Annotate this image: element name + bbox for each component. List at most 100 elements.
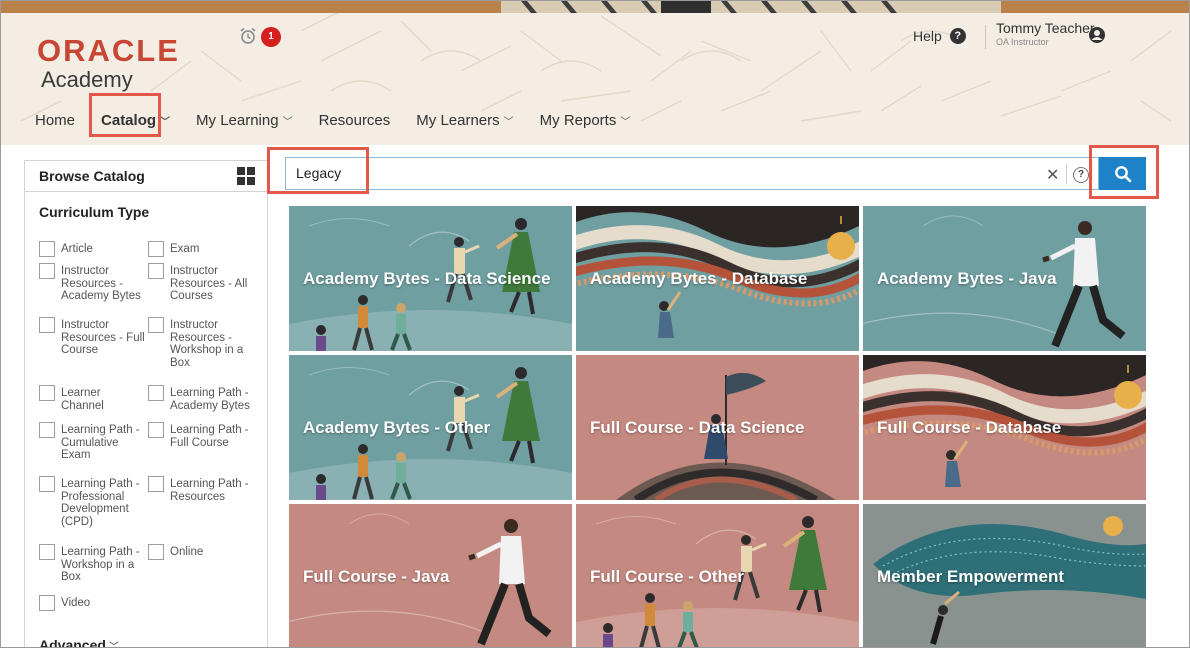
checkbox[interactable]	[148, 422, 164, 438]
tile-title: Full Course - Data Science	[590, 418, 805, 437]
user-name[interactable]: Tommy Teacher	[996, 20, 1095, 36]
curriculum-type-heading: Curriculum Type	[39, 204, 150, 220]
search-divider	[1066, 164, 1067, 184]
checkbox[interactable]	[39, 422, 55, 438]
tile-title: Member Empowerment	[877, 567, 1065, 586]
checkbox[interactable]	[39, 241, 55, 257]
filter-checkbox[interactable]: Instructor Resources - Workshop in a Box	[148, 317, 258, 369]
filter-checkbox[interactable]: Learning Path - Resources	[148, 476, 258, 503]
filter-label: Learning Path - Academy Bytes	[170, 387, 250, 412]
chevron-down-icon: ﹀	[108, 642, 119, 648]
search-input[interactable]	[296, 165, 996, 181]
search-highlight-box	[267, 147, 369, 194]
nav-my-learning[interactable]: My Learning ﹀	[196, 112, 293, 129]
notification-badge[interactable]: 1	[261, 27, 281, 47]
chevron-down-icon: ﹀	[282, 116, 293, 128]
advanced-toggle[interactable]: Advanced ﹀	[39, 637, 119, 648]
filter-label: Video	[61, 597, 91, 609]
alarm-clock-icon[interactable]	[239, 27, 257, 45]
chevron-down-icon: ﹀	[620, 116, 631, 128]
catalog-tile[interactable]: Full Course - Database	[863, 355, 1146, 500]
filter-checkbox[interactable]: Learning Path - Professional Development…	[39, 476, 149, 528]
filter-checkbox[interactable]: Video	[39, 595, 149, 611]
filter-label: Learning Path - Resources	[170, 478, 249, 503]
catalog-tile[interactable]: Academy Bytes - Java	[863, 206, 1146, 351]
nav-label: My Learning	[196, 111, 279, 129]
nav-label: My Reports	[539, 111, 617, 129]
user-avatar-icon[interactable]	[1088, 26, 1106, 44]
tile-title: Academy Bytes - Other	[303, 418, 491, 437]
checkbox[interactable]	[39, 263, 55, 279]
filter-checkbox[interactable]: Instructor Resources - All Courses	[148, 263, 258, 303]
filter-label: Instructor Resources - Workshop in a Box	[170, 319, 244, 369]
browse-catalog-sidebar: Browse Catalog Curriculum Type Article E…	[24, 160, 268, 648]
catalog-search-bar: ✕ ?	[285, 157, 1099, 190]
tile-title: Full Course - Other	[590, 567, 744, 586]
checkbox[interactable]	[148, 544, 164, 560]
search-help-icon[interactable]: ?	[1073, 167, 1089, 183]
catalog-tile[interactable]: Academy Bytes - Other	[289, 355, 572, 500]
catalog-tile[interactable]: Full Course - Other	[576, 504, 859, 647]
oracle-logo[interactable]: ORACLE	[37, 33, 180, 69]
filter-label: Instructor Resources - All Courses	[170, 265, 248, 302]
sidebar-header: Browse Catalog	[25, 161, 267, 192]
close-icon[interactable]: ✕	[1046, 165, 1059, 185]
app-frame: ORACLE Academy 1 Help ? Tommy Teacher OA…	[0, 0, 1190, 648]
help-link[interactable]: Help ?	[913, 28, 966, 44]
filter-label: Learning Path - Full Course	[170, 424, 249, 449]
nav-resources[interactable]: Resources	[319, 112, 391, 129]
nav-my-reports[interactable]: My Reports ﹀	[540, 112, 631, 129]
site-header: ORACLE Academy 1 Help ? Tommy Teacher OA…	[1, 1, 1189, 145]
catalog-tile[interactable]: Member Empowerment	[863, 504, 1146, 647]
filter-checkbox[interactable]: Online	[148, 544, 258, 560]
catalog-tile[interactable]: Academy Bytes - Database	[576, 206, 859, 351]
filter-checkbox[interactable]: Instructor Resources - Full Course	[39, 317, 149, 357]
catalog-tile[interactable]: Full Course - Java	[289, 504, 572, 647]
checkbox[interactable]	[39, 317, 55, 333]
header-divider	[985, 25, 986, 49]
grid-view-icon[interactable]	[237, 167, 255, 185]
catalog-highlight-box	[89, 93, 161, 137]
tile-title: Full Course - Database	[877, 418, 1062, 437]
filter-checkbox[interactable]: Learning Path - Cumulative Exam	[39, 422, 149, 462]
filter-checkbox[interactable]: Learning Path - Academy Bytes	[148, 385, 258, 412]
tile-title: Academy Bytes - Data Science	[303, 269, 551, 288]
filter-label: Learning Path - Professional Development…	[61, 478, 140, 528]
checkbox[interactable]	[39, 385, 55, 401]
chevron-down-icon: ﹀	[160, 116, 171, 128]
header-art-strip	[501, 1, 1001, 13]
question-circle-icon: ?	[949, 28, 966, 44]
tile-title: Academy Bytes - Database	[590, 269, 808, 288]
filter-label: Learner Channel	[61, 387, 104, 412]
filter-label: Instructor Resources - Academy Bytes	[61, 265, 141, 302]
nav-label: Resources	[318, 111, 391, 129]
filter-checkbox[interactable]: Learning Path - Workshop in a Box	[39, 544, 149, 584]
checkbox[interactable]	[39, 476, 55, 492]
catalog-tile[interactable]: Full Course - Data Science	[576, 355, 859, 500]
nav-my-learners[interactable]: My Learners ﹀	[416, 112, 513, 129]
tile-title: Academy Bytes - Java	[877, 269, 1057, 288]
search-button-highlight-box	[1089, 145, 1159, 199]
nav-home[interactable]: Home	[35, 112, 75, 129]
filter-label: Online	[170, 546, 204, 558]
checkbox[interactable]	[39, 544, 55, 560]
filter-label: Article	[61, 243, 93, 255]
academy-logo-text: Academy	[41, 67, 133, 92]
advanced-label: Advanced	[39, 637, 106, 648]
checkbox[interactable]	[148, 241, 164, 257]
filter-checkbox[interactable]: Learning Path - Full Course	[148, 422, 258, 449]
filter-checkbox[interactable]: Instructor Resources - Academy Bytes	[39, 263, 149, 303]
chevron-down-icon: ﹀	[503, 116, 514, 128]
checkbox[interactable]	[148, 476, 164, 492]
catalog-tile-grid: Academy Bytes - Data Science Academy Byt…	[289, 206, 1146, 647]
checkbox[interactable]	[148, 317, 164, 333]
catalog-tile[interactable]: Academy Bytes - Data Science	[289, 206, 572, 351]
filter-checkbox[interactable]: Exam	[148, 241, 258, 257]
nav-label: Home	[35, 111, 76, 129]
checkbox[interactable]	[39, 595, 55, 611]
filter-checkbox[interactable]: Learner Channel	[39, 385, 149, 412]
filter-label: Learning Path - Cumulative Exam	[61, 424, 140, 461]
checkbox[interactable]	[148, 263, 164, 279]
filter-checkbox[interactable]: Article	[39, 241, 149, 257]
checkbox[interactable]	[148, 385, 164, 401]
